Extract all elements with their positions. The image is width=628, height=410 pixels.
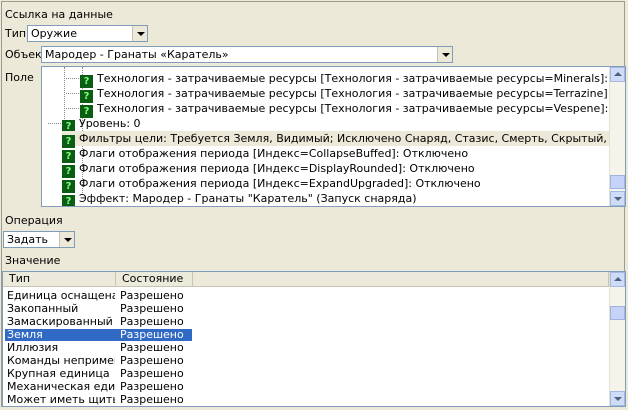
scroll-up-icon[interactable] bbox=[610, 67, 625, 82]
field-label: Поле bbox=[5, 71, 34, 84]
tree-item[interactable]: Технология - затрачиваемые ресурсы [Техн… bbox=[80, 101, 619, 118]
column-header-empty bbox=[193, 272, 609, 287]
tree-item[interactable]: Флаги отображения периода [Индекс=Collap… bbox=[62, 146, 468, 163]
type-dropdown-value: Оружие bbox=[31, 27, 77, 40]
tree-scrollbar[interactable] bbox=[609, 67, 625, 206]
operation-label: Операция bbox=[5, 214, 63, 227]
object-dropdown[interactable]: Мародер - Гранаты «Каратель» bbox=[41, 46, 453, 63]
value-label: Значение bbox=[5, 254, 61, 267]
scroll-thumb[interactable] bbox=[610, 306, 625, 320]
operation-dropdown-value: Задать bbox=[7, 233, 49, 246]
scroll-down-icon[interactable] bbox=[610, 391, 625, 406]
tree-item[interactable]: Флаги отображения периода [Индекс=Expand… bbox=[62, 176, 481, 193]
list-item[interactable]: Может иметь щиты Разрешено bbox=[3, 394, 203, 406]
object-dropdown-value: Мародер - Гранаты «Каратель» bbox=[45, 48, 229, 61]
list-item[interactable]: Закопанный Разрешено bbox=[3, 303, 203, 315]
list-item[interactable]: Единица оснащена ...Разрешено bbox=[3, 290, 203, 302]
tree-connector bbox=[66, 93, 79, 94]
field-tree[interactable]: Технология - затрачиваемые ресурсы [Техн… bbox=[41, 66, 626, 207]
object-dropdown-chevron-down-icon[interactable] bbox=[437, 47, 452, 62]
tree-item[interactable]: Уровень: 0 bbox=[62, 116, 141, 133]
tree-connector bbox=[48, 123, 61, 124]
list-item[interactable]: Крупная единица Разрешено bbox=[3, 368, 203, 380]
tree-item-selected[interactable]: Фильтры цели: Требуется Земля, Видимый; … bbox=[62, 131, 625, 148]
tree-item[interactable]: Флаги отображения периода [Индекс=Displa… bbox=[62, 161, 475, 178]
column-header-type[interactable]: Тип bbox=[3, 272, 116, 287]
type-label: Тип bbox=[5, 27, 27, 40]
operation-dropdown-chevron-down-icon[interactable] bbox=[59, 232, 74, 247]
question-icon bbox=[62, 195, 75, 206]
tree-connector bbox=[64, 67, 65, 119]
scroll-thumb[interactable] bbox=[610, 175, 625, 189]
section-title: Ссылка на данные bbox=[5, 8, 113, 21]
type-dropdown-chevron-down-icon[interactable] bbox=[132, 26, 147, 41]
type-dropdown[interactable]: Оружие bbox=[27, 25, 148, 42]
scroll-up-icon[interactable] bbox=[610, 272, 625, 287]
tree-item[interactable]: Технология - затрачиваемые ресурсы [Техн… bbox=[80, 86, 622, 103]
scroll-down-icon[interactable] bbox=[610, 191, 625, 206]
list-item-selected[interactable]: Земля Разрешено bbox=[3, 329, 203, 341]
tree-connector bbox=[66, 78, 79, 79]
list-item[interactable]: Замаскированный Разрешено bbox=[3, 316, 203, 328]
list-item[interactable]: Иллюзия Разрешено bbox=[3, 342, 203, 354]
tree-item[interactable]: Технология - затрачиваемые ресурсы [Техн… bbox=[80, 71, 618, 88]
list-item[interactable]: Команды непримен...Разрешено bbox=[3, 355, 203, 367]
value-list[interactable]: Тип Состояние Единица оснащена ...Разреш… bbox=[2, 271, 626, 407]
list-scrollbar[interactable] bbox=[609, 272, 625, 406]
tree-item[interactable]: Эффект: Мародер - Гранаты "Каратель" (За… bbox=[62, 191, 417, 206]
tree-connector bbox=[66, 108, 79, 109]
column-header-state[interactable]: Состояние bbox=[116, 272, 193, 287]
list-item[interactable]: Механическая един...Разрешено bbox=[3, 381, 203, 393]
operation-dropdown[interactable]: Задать bbox=[3, 231, 75, 248]
